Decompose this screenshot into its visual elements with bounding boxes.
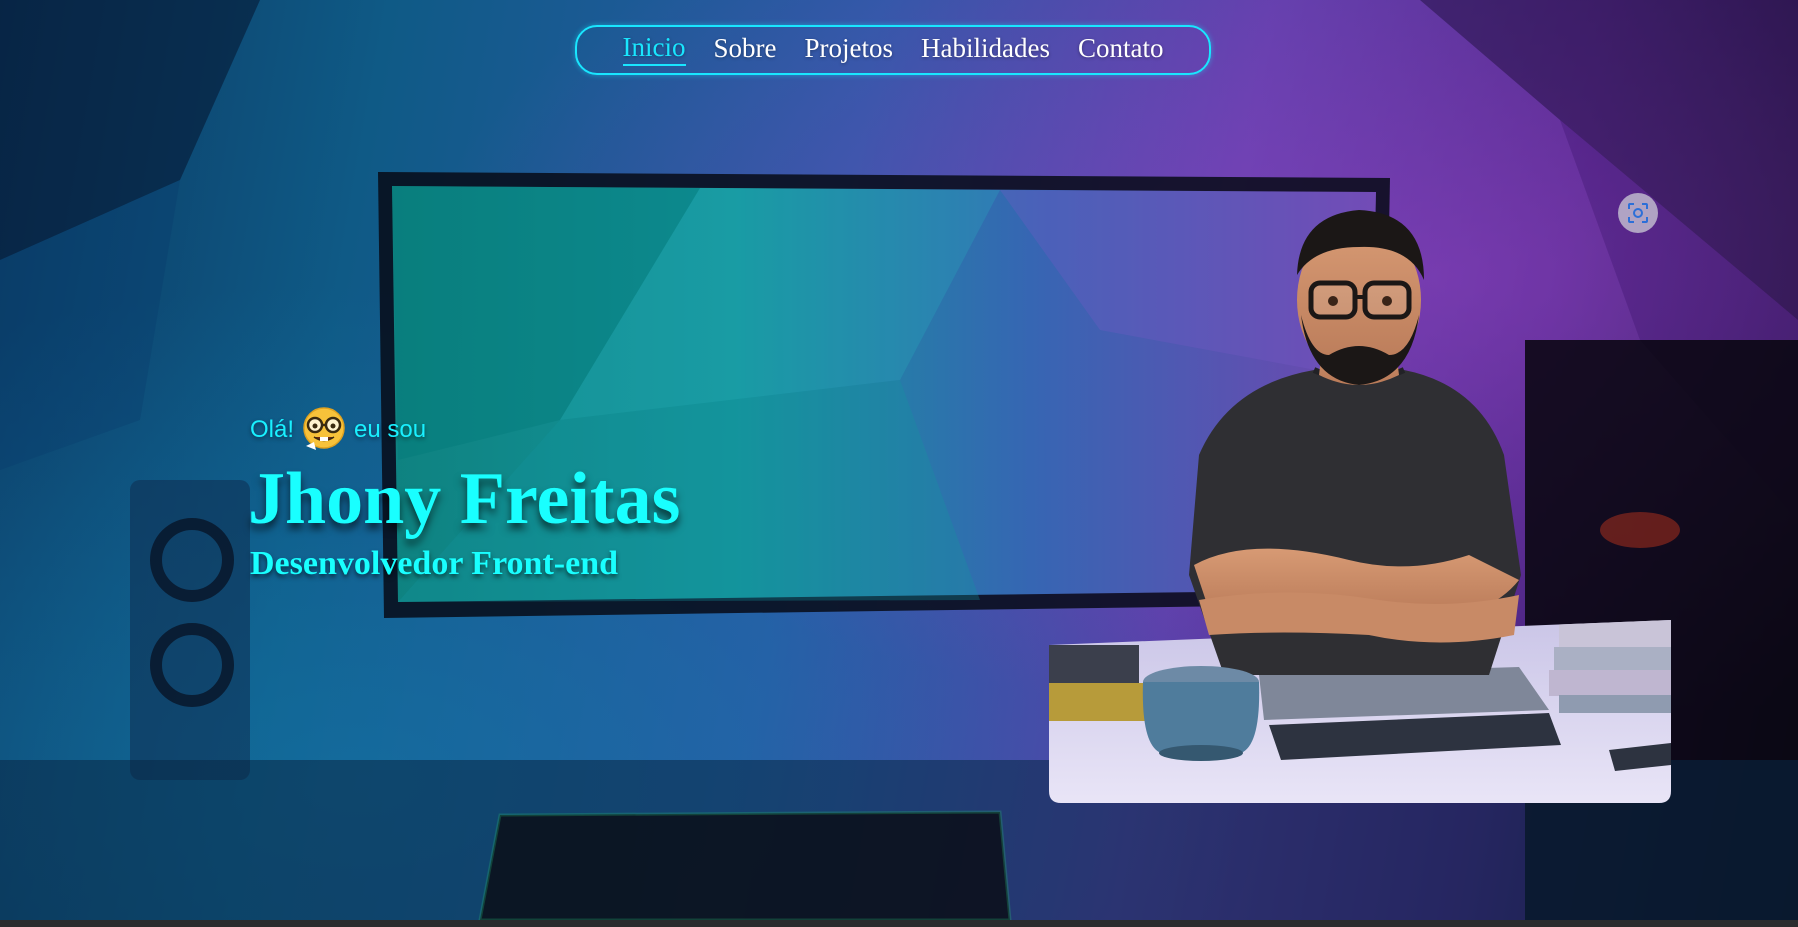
nav-item-inicio[interactable]: Inicio <box>622 34 686 66</box>
nerd-face-icon <box>302 406 346 454</box>
hero-role: Desenvolvedor Front-end <box>250 545 619 582</box>
hero-greeting: Olá! eu sou <box>250 406 426 454</box>
scan-icon <box>1628 203 1648 223</box>
bottom-bar <box>0 920 1798 927</box>
nav-item-sobre[interactable]: Sobre <box>714 35 777 65</box>
main-nav: Inicio Sobre Projetos Habilidades Contat… <box>575 25 1211 75</box>
avatar-portrait <box>1049 205 1671 803</box>
nav-item-projetos[interactable]: Projetos <box>805 35 894 65</box>
scan-button[interactable] <box>1618 193 1658 233</box>
nav-item-habilidades[interactable]: Habilidades <box>921 35 1050 65</box>
nav-item-contato[interactable]: Contato <box>1078 35 1164 65</box>
greeting-suffix: eu sou <box>354 416 427 443</box>
greeting-prefix: Olá! <box>250 416 295 443</box>
hero-name: Jhony Freitas <box>248 458 681 540</box>
